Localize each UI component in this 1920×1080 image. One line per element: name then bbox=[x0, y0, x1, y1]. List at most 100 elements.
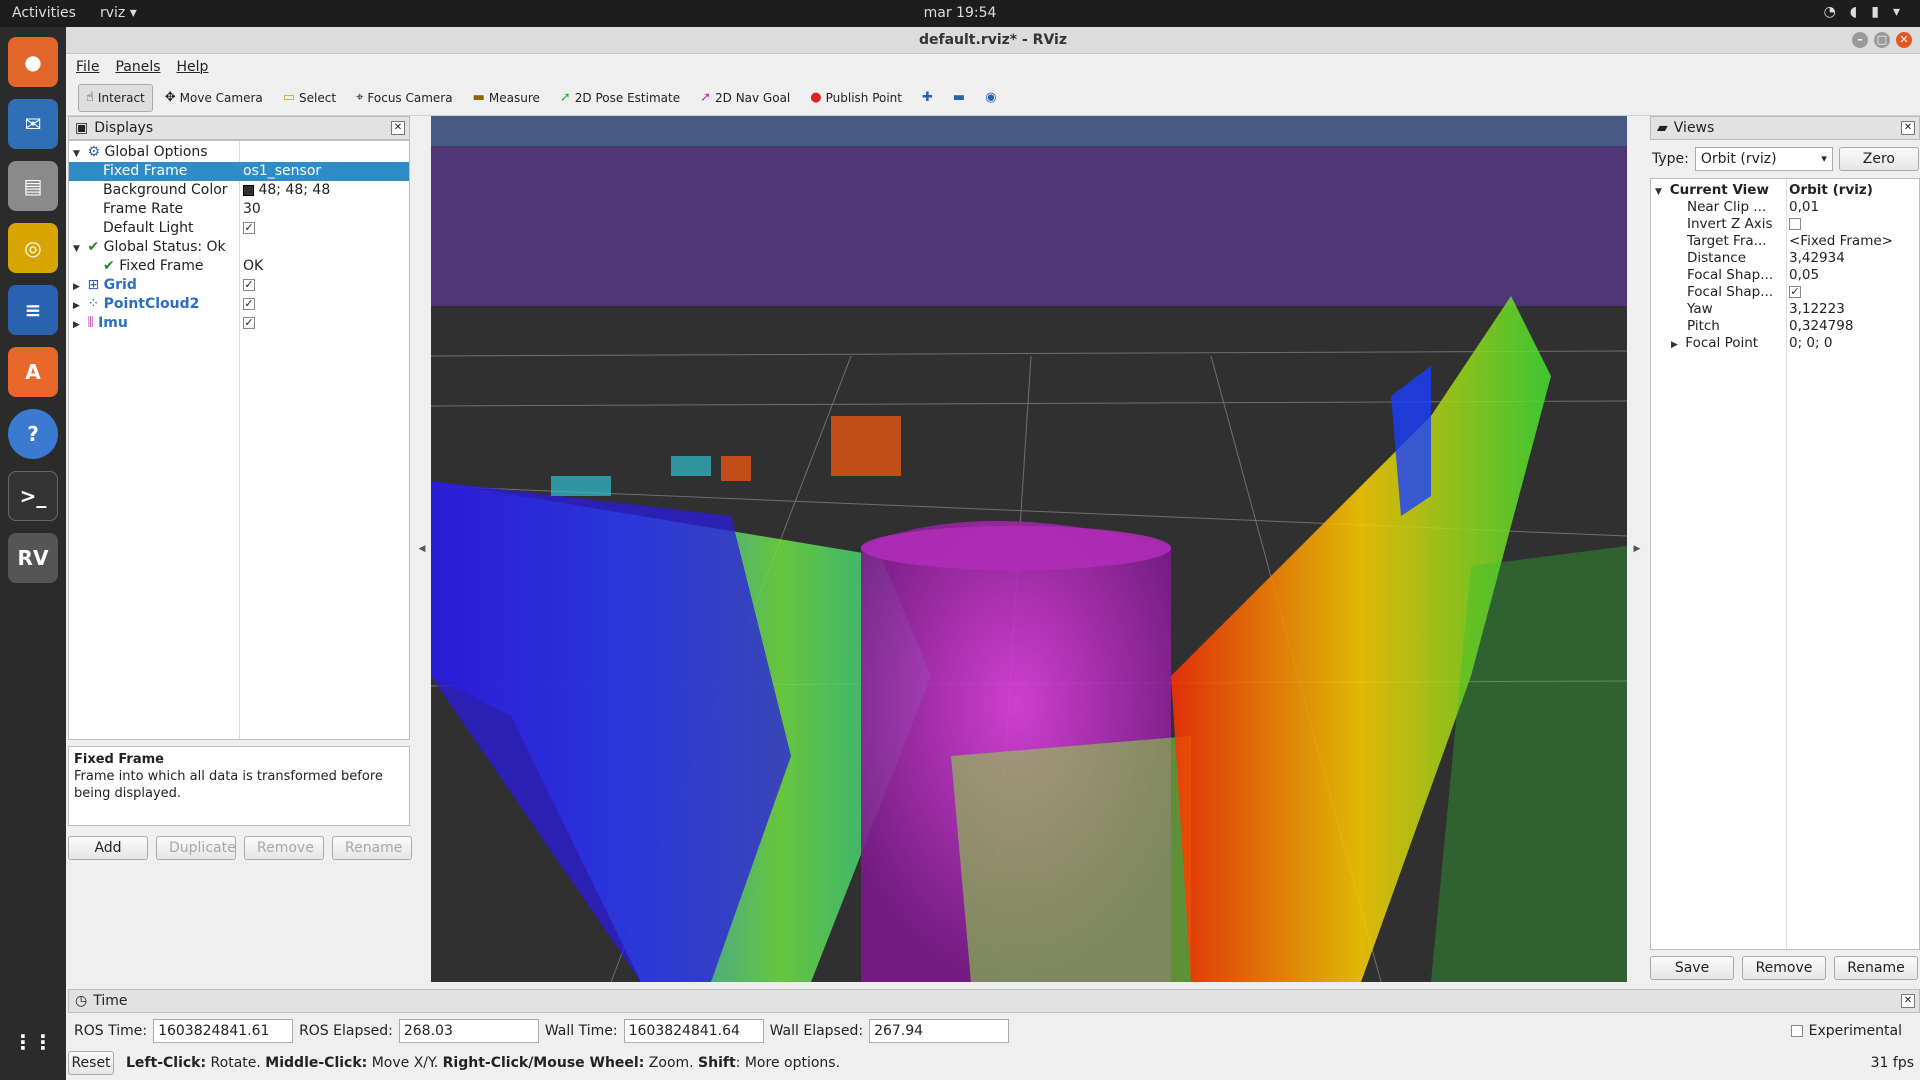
add-tool-button[interactable]: ✚ bbox=[914, 84, 941, 112]
remove-tool-button[interactable]: ▬ bbox=[945, 84, 973, 112]
target-frame-value[interactable]: <Fixed Frame> bbox=[1789, 233, 1893, 250]
software-center-icon[interactable]: A bbox=[8, 347, 58, 397]
show-apps-icon[interactable]: ⋮⋮ bbox=[8, 1017, 58, 1067]
move-camera-tool[interactable]: ✥ Move Camera bbox=[157, 84, 271, 112]
save-view-button[interactable]: Save bbox=[1650, 956, 1734, 980]
3d-viewport[interactable] bbox=[431, 116, 1627, 982]
clock[interactable]: mar 19:54 bbox=[0, 5, 1920, 21]
rename-button[interactable]: Rename bbox=[332, 836, 412, 860]
remove-view-button[interactable]: Remove bbox=[1742, 956, 1826, 980]
global-status-label: Global Status: Ok bbox=[103, 239, 226, 255]
experimental-checkbox[interactable] bbox=[1790, 1025, 1803, 1037]
ros-time-field[interactable]: 1603824841.61 bbox=[153, 1019, 294, 1043]
view-prop-row[interactable]: Distance 3,42934 bbox=[1651, 250, 1919, 267]
menu-help[interactable]: Help bbox=[177, 59, 209, 75]
wall-time-field[interactable]: 1603824841.64 bbox=[623, 1019, 764, 1043]
battery-icon: ▮ bbox=[1871, 4, 1879, 20]
ros-elapsed-field[interactable]: 268.03 bbox=[398, 1019, 539, 1043]
tree-row-status-fixed-frame[interactable]: ✔ Fixed Frame OK bbox=[69, 257, 409, 276]
bg-color-value[interactable]: 48; 48; 48 bbox=[258, 182, 330, 198]
view-prop-row[interactable]: Target Fra... <Fixed Frame> bbox=[1651, 233, 1919, 250]
activities-button[interactable]: Activities bbox=[12, 5, 76, 21]
yaw-value[interactable]: 3,12223 bbox=[1789, 301, 1845, 318]
view-prop-row[interactable]: Yaw 3,12223 bbox=[1651, 301, 1919, 318]
view-prop-row[interactable]: Focal Shap... ✓ bbox=[1651, 284, 1919, 301]
wall-elapsed-field[interactable]: 267.94 bbox=[869, 1019, 1010, 1043]
tree-row-grid[interactable]: ▶ ⊞ Grid ✓ bbox=[69, 276, 409, 295]
experimental-toggle[interactable]: Experimental bbox=[1790, 1023, 1902, 1039]
tree-row-frame-rate[interactable]: Frame Rate 30 bbox=[69, 200, 409, 219]
tree-row-imu[interactable]: ▶ ⦀ Imu ✓ bbox=[69, 314, 409, 333]
tree-row-pointcloud2[interactable]: ▶ ⁘ PointCloud2 ✓ bbox=[69, 295, 409, 314]
frame-rate-value[interactable]: 30 bbox=[243, 200, 261, 219]
tree-row-default-light[interactable]: Default Light ✓ bbox=[69, 219, 409, 238]
default-light-checkbox[interactable]: ✓ bbox=[243, 222, 255, 234]
pose-estimate-label: 2D Pose Estimate bbox=[574, 90, 681, 105]
distance-value[interactable]: 3,42934 bbox=[1789, 250, 1845, 267]
publish-point-tool[interactable]: ● Publish Point bbox=[802, 84, 910, 112]
views-buttons: Save Remove Rename bbox=[1650, 956, 1918, 980]
rhythmbox-icon[interactable]: ◎ bbox=[8, 223, 58, 273]
help-icon[interactable]: ? bbox=[8, 409, 58, 459]
view-type-select[interactable]: Orbit (rviz) bbox=[1694, 147, 1833, 171]
expand-right-icon[interactable]: ▶ bbox=[73, 316, 83, 335]
imu-checkbox[interactable]: ✓ bbox=[243, 317, 255, 329]
terminal-icon[interactable]: >_ bbox=[8, 471, 58, 521]
right-collapse-handle[interactable]: ▶ bbox=[1631, 116, 1643, 982]
near-clip-value[interactable]: 0,01 bbox=[1789, 199, 1819, 216]
focal-shape-fixed-checkbox[interactable]: ✓ bbox=[1789, 286, 1801, 298]
files-icon[interactable]: ▤ bbox=[8, 161, 58, 211]
remove-button[interactable]: Remove bbox=[244, 836, 324, 860]
duplicate-button[interactable]: Duplicate bbox=[156, 836, 236, 860]
view-prop-row[interactable]: ▶ Focal Point 0; 0; 0 bbox=[1651, 335, 1919, 352]
system-tray[interactable]: ◔ ◖ ▮ ▾ bbox=[1824, 4, 1900, 20]
add-button[interactable]: Add bbox=[68, 836, 148, 860]
camera-type-button[interactable]: ◉ bbox=[977, 84, 1004, 112]
view-prop-row[interactable]: Near Clip ... 0,01 bbox=[1651, 199, 1919, 216]
close-panel-icon[interactable]: ✕ bbox=[1901, 994, 1915, 1008]
tree-row-global-status[interactable]: ▼ ✔ Global Status: Ok bbox=[69, 238, 409, 257]
pointcloud-checkbox[interactable]: ✓ bbox=[243, 298, 255, 310]
thunderbird-icon[interactable]: ✉ bbox=[8, 99, 58, 149]
hint-left-text: Rotate. bbox=[210, 1055, 261, 1071]
tree-row-fixed-frame[interactable]: Fixed Frame os1_sensor bbox=[69, 162, 409, 181]
fixed-frame-value[interactable]: os1_sensor bbox=[243, 162, 321, 181]
window-titlebar[interactable]: default.rviz* - RViz – □ ✕ bbox=[66, 27, 1920, 54]
color-swatch[interactable] bbox=[243, 184, 254, 196]
grid-checkbox[interactable]: ✓ bbox=[243, 279, 255, 291]
left-collapse-handle[interactable]: ◀ bbox=[416, 116, 428, 982]
expand-right-icon[interactable]: ▶ bbox=[1671, 337, 1681, 354]
view-prop-row[interactable]: Focal Shap... 0,05 bbox=[1651, 267, 1919, 284]
minimize-button[interactable]: – bbox=[1852, 32, 1868, 48]
rviz-icon[interactable]: RV bbox=[8, 533, 58, 583]
focal-shape-size-value[interactable]: 0,05 bbox=[1789, 267, 1819, 284]
zero-button[interactable]: Zero bbox=[1838, 147, 1919, 171]
reset-button[interactable]: Reset bbox=[68, 1051, 114, 1075]
invert-z-checkbox[interactable] bbox=[1789, 218, 1801, 230]
close-panel-icon[interactable]: ✕ bbox=[1901, 121, 1915, 135]
view-prop-row[interactable]: Pitch 0,324798 bbox=[1651, 318, 1919, 335]
pitch-value[interactable]: 0,324798 bbox=[1789, 318, 1853, 335]
rename-view-button[interactable]: Rename bbox=[1834, 956, 1918, 980]
pose-estimate-tool[interactable]: ➚ 2D Pose Estimate bbox=[552, 84, 688, 112]
measure-tool[interactable]: ▬ Measure bbox=[465, 84, 548, 112]
tree-row-global-options[interactable]: ▼ ⚙ Global Options bbox=[69, 143, 409, 162]
menu-panels[interactable]: Panels bbox=[115, 59, 160, 75]
close-panel-icon[interactable]: ✕ bbox=[391, 121, 405, 135]
current-view-row[interactable]: ▼ Current View Orbit (rviz) bbox=[1651, 182, 1919, 199]
focus-camera-tool[interactable]: ⌖ Focus Camera bbox=[348, 84, 461, 112]
menu-file[interactable]: File bbox=[76, 59, 99, 75]
maximize-button[interactable]: □ bbox=[1874, 32, 1890, 48]
writer-icon[interactable]: ≡ bbox=[8, 285, 58, 335]
select-tool[interactable]: ▭ Select bbox=[275, 84, 344, 112]
view-prop-row[interactable]: Invert Z Axis bbox=[1651, 216, 1919, 233]
nav-goal-tool[interactable]: ➚ 2D Nav Goal bbox=[692, 84, 798, 112]
firefox-icon[interactable]: ● bbox=[8, 37, 58, 87]
app-menu[interactable]: rviz ▾ bbox=[100, 5, 137, 21]
property-description: Fixed Frame Frame into which all data is… bbox=[68, 746, 410, 826]
close-button[interactable]: ✕ bbox=[1896, 32, 1912, 48]
focal-point-value[interactable]: 0; 0; 0 bbox=[1789, 335, 1832, 352]
gear-icon: ⚙ bbox=[87, 144, 101, 160]
interact-tool[interactable]: ☝ Interact bbox=[78, 83, 153, 112]
tree-row-background-color[interactable]: Background Color 48; 48; 48 bbox=[69, 181, 409, 200]
